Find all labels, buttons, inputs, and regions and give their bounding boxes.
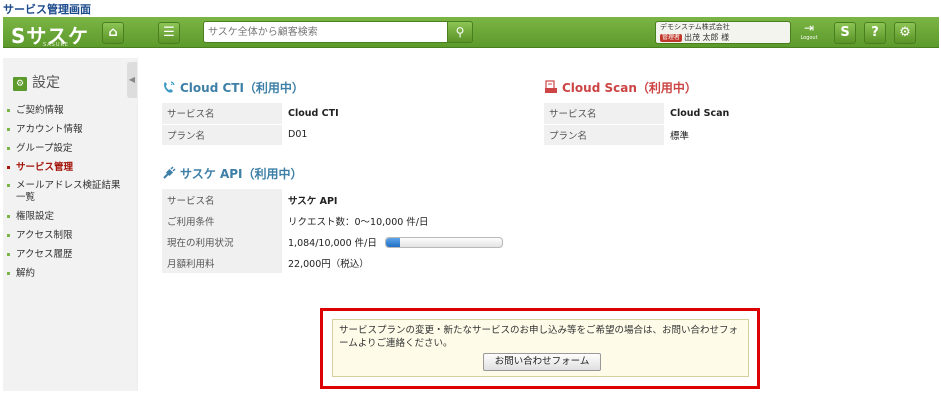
contact-notice: サービスプランの変更・新たなサービスのお申し込み等をご希望の場合は、お問い合わせ… [332,319,749,377]
sidebar-item-contract[interactable]: ご契約情報 [6,101,128,120]
scan-service-name-key: サービス名 [544,103,664,125]
api-fee-key: 月額利用料 [162,252,282,273]
api-usage-progress-bar [384,236,503,248]
news-button[interactable]: ☰ [158,22,180,44]
chevron-left-icon: ◀ [128,75,136,84]
settings-sidebar: ⚙ 設定 ◀ ご契約情報 アカウント情報 グループ設定 サービス管理 メールアドレ… [3,58,137,391]
sidebar-item-account[interactable]: アカウント情報 [6,120,128,139]
api-usage-key: 現在の利用状況 [162,231,282,252]
plug-icon [163,166,176,179]
sidebar-collapse-button[interactable]: ◀ [127,62,137,98]
sidebar-item-service[interactable]: サービス管理 [6,158,128,177]
settings-button[interactable]: ⚙ [894,22,916,44]
sidebar-item-cancel[interactable]: 解約 [6,264,128,283]
sidebar-item-mail-verification[interactable]: メールアドレス検証結果一覧 [6,177,128,207]
notice-text: サービスプランの変更・新たなサービスのお申し込み等をご希望の場合は、お問い合わせ… [339,325,739,349]
cti-plan-key: プラン名 [162,124,282,146]
scan-section-title: Cloud Scan（利用中） [544,79,697,96]
table-row: ご利用条件 リクエスト数：0～10,000 件/日 [162,210,532,231]
table-row: サービス名 サスケ API [162,189,532,210]
table-row: 現在の利用状況 1,084/10,000 件/日 [162,231,532,252]
api-info-table: サービス名 サスケ API ご利用条件 リクエスト数：0～10,000 件/日 … [162,189,532,273]
api-usage-value: 1,084/10,000 件/日 [288,237,377,249]
api-condition-value: リクエスト数：0～10,000 件/日 [288,216,429,228]
cti-title-label: Cloud CTI（利用中） [180,81,304,95]
scan-plan-value: 標準 [664,124,904,146]
cti-info-table: サービス名 Cloud CTI プラン名 D01 [162,103,522,146]
list-icon: ☰ [163,25,175,40]
search-icon: ⚲ [455,25,465,39]
api-fee-value: 22,000円（税込） [288,258,369,270]
sasuke-menu-button[interactable]: S [834,22,856,44]
role-badge: 管理者 [660,34,683,42]
scan-plan-key: プラン名 [544,124,664,146]
logout-icon: ⇥ [803,21,815,35]
home-button[interactable]: ⌂ [102,22,124,44]
cti-service-name-key: サービス名 [162,103,282,125]
api-usage-cell: 1,084/10,000 件/日 [282,231,532,252]
api-title-label: サスケ API（利用中） [180,167,303,181]
user-name: 出茂 太郎 様 [684,33,730,42]
api-service-name-key: サービス名 [162,189,282,210]
sidebar-item-group[interactable]: グループ設定 [6,139,128,158]
contact-form-button[interactable]: お問い合わせフォーム [483,353,601,371]
sidebar-item-access-restriction[interactable]: アクセス制限 [6,226,128,245]
scan-title-label: Cloud Scan（利用中） [562,81,697,95]
api-section-title: サスケ API（利用中） [162,165,303,182]
scan-service-name-value: Cloud Scan [664,103,904,125]
table-row: サービス名 Cloud Scan [544,103,904,125]
table-row: 月額利用料 22,000円（税込） [162,252,532,273]
logout-button[interactable]: ⇥ Logout [798,21,820,43]
cti-plan-value: D01 [282,124,522,146]
sasuke-icon: S [840,25,850,40]
top-navigation-bar: Sサスケ SASUKE ⌂ ☰ ⚲ デモシステム株式会社 管理者出茂 太郎 様 … [3,17,939,48]
sidebar-item-permission[interactable]: 権限設定 [6,207,128,226]
gear-icon: ⚙ [899,25,911,40]
search-input[interactable] [208,24,448,40]
phone-icon [164,81,175,93]
sidebar-title-label: 設定 [32,75,60,91]
contact-notice-highlight: サービスプランの変更・新たなサービスのお申し込み等をご希望の場合は、お問い合わせ… [320,308,760,389]
search-button[interactable]: ⚲ [447,21,473,43]
scanner-icon [545,80,557,93]
cti-section-title: Cloud CTI（利用中） [162,79,304,96]
api-service-name-value: サスケ API [288,195,338,207]
help-button[interactable]: ? [864,22,886,44]
user-info: デモシステム株式会社 管理者 出茂 太郎 様 [655,21,791,44]
api-condition-key: ご利用条件 [162,210,282,231]
page-title: サービス管理画面 [3,3,91,16]
logo-subtitle: SASUKE [43,42,69,48]
home-icon: ⌂ [108,25,118,40]
logout-label: Logout [800,35,818,41]
sidebar-menu: ご契約情報 アカウント情報 グループ設定 サービス管理 メールアドレス検証結果一… [6,101,128,283]
settings-icon: ⚙ [13,77,27,91]
user-company: デモシステム株式会社 [660,23,730,31]
table-row: サービス名 Cloud CTI [162,103,522,125]
api-usage-progress-fill [385,237,400,247]
customer-search: ⚲ [203,21,473,43]
cti-service-name-value: Cloud CTI [282,103,522,125]
table-row: プラン名 D01 [162,124,522,146]
sidebar-title: ⚙ 設定 [13,72,60,92]
help-icon: ? [871,25,879,40]
scan-info-table: サービス名 Cloud Scan プラン名 標準 [544,103,904,146]
table-row: プラン名 標準 [544,124,904,146]
sidebar-item-access-history[interactable]: アクセス履歴 [6,245,128,264]
